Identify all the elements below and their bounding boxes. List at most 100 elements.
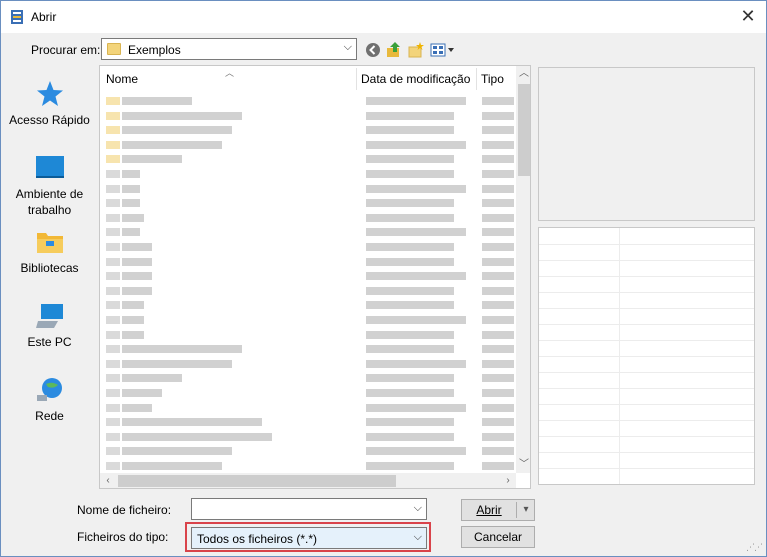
horizontal-scrollbar[interactable]: ‹ › (100, 473, 516, 488)
file-row[interactable] (100, 444, 515, 458)
close-icon[interactable]: ✕ (738, 6, 758, 26)
file-row[interactable] (100, 371, 515, 385)
look-in-value: Exemplos (128, 43, 181, 57)
place-desktop[interactable]: Ambiente de trabalho (3, 153, 96, 218)
file-icon (106, 345, 120, 354)
place-network[interactable]: Rede (3, 375, 96, 424)
file-rows (100, 92, 515, 476)
file-icon (106, 389, 120, 397)
file-row[interactable] (100, 386, 515, 400)
column-header-name[interactable]: Nome (106, 72, 138, 86)
column-header-type[interactable]: Tipo (481, 72, 504, 86)
type-cell (482, 330, 514, 339)
file-name-input[interactable]: ⌵ (191, 498, 427, 520)
file-row[interactable] (100, 123, 515, 137)
file-row[interactable] (100, 138, 515, 152)
file-name-cell (122, 359, 232, 368)
file-row[interactable] (100, 211, 515, 225)
places-bar: Acesso Rápido Ambiente de trabalho Bibli… (3, 65, 96, 485)
date-cell (366, 97, 466, 105)
column-header-date[interactable]: Data de modificação (361, 72, 470, 86)
file-name-cell (122, 389, 162, 397)
file-row[interactable] (100, 240, 515, 254)
file-row[interactable] (100, 313, 515, 327)
file-icon (106, 170, 120, 178)
new-folder-icon[interactable] (407, 41, 425, 59)
scroll-down-icon[interactable]: ﹀ (516, 457, 530, 473)
scroll-thumb[interactable] (518, 84, 530, 176)
file-row[interactable] (100, 225, 515, 239)
type-cell (482, 301, 514, 310)
date-cell (366, 228, 466, 237)
file-row[interactable] (100, 182, 515, 196)
grid-line (539, 356, 754, 357)
date-cell (366, 272, 466, 281)
file-name-cell (122, 184, 140, 193)
date-cell (366, 213, 454, 222)
date-cell (366, 286, 454, 295)
file-row[interactable] (100, 342, 515, 356)
file-row[interactable] (100, 430, 515, 444)
up-folder-icon[interactable] (385, 41, 403, 59)
file-type-label: Ficheiros do tipo: (77, 530, 169, 544)
type-cell (482, 389, 514, 397)
place-this-pc[interactable]: Este PC (3, 301, 96, 350)
grid-line (539, 324, 754, 325)
file-name-cell (122, 97, 192, 105)
file-icon (106, 359, 120, 368)
file-name-cell (122, 286, 152, 295)
file-icon (106, 374, 120, 383)
scroll-right-icon[interactable]: › (500, 473, 516, 488)
place-quick-access[interactable]: Acesso Rápido (3, 79, 96, 128)
type-cell (482, 359, 514, 368)
file-row[interactable] (100, 255, 515, 269)
file-row[interactable] (100, 152, 515, 166)
date-cell (366, 184, 466, 193)
chevron-down-icon: ⌵ (413, 531, 422, 543)
file-row[interactable] (100, 459, 515, 473)
file-row[interactable] (100, 328, 515, 342)
file-icon (106, 316, 120, 324)
file-name-cell (122, 199, 140, 208)
file-icon (106, 330, 120, 339)
type-cell (482, 126, 514, 135)
open-file-dialog: Abrir ✕ Procurar em: Exemplos ⌵ Acesso R… (0, 0, 767, 557)
place-libraries[interactable]: Bibliotecas (3, 227, 96, 276)
file-icon (106, 272, 120, 281)
date-cell (366, 330, 454, 339)
file-icon (106, 462, 120, 470)
open-button[interactable]: Abrir ▾ (461, 499, 535, 521)
file-row[interactable] (100, 167, 515, 181)
file-row[interactable] (100, 298, 515, 312)
file-name-cell (122, 462, 222, 470)
scroll-up-icon[interactable]: ︿ (516, 66, 530, 82)
type-cell (482, 286, 514, 295)
chevron-down-icon[interactable]: ▾ (518, 500, 534, 520)
scroll-thumb[interactable] (118, 475, 396, 487)
file-row[interactable] (100, 196, 515, 210)
chevron-down-icon[interactable]: ⌵ (414, 502, 422, 515)
look-in-combo[interactable]: Exemplos ⌵ (101, 38, 357, 60)
file-list[interactable]: ︿ Nome Data de modificação Tipo ︿ ﹀ ‹ › (99, 65, 531, 489)
file-row[interactable] (100, 415, 515, 429)
file-row[interactable] (100, 269, 515, 283)
file-row[interactable] (100, 109, 515, 123)
file-row[interactable] (100, 94, 515, 108)
type-cell (482, 345, 514, 354)
type-cell (482, 403, 514, 412)
column-divider[interactable] (356, 68, 357, 90)
view-menu-icon[interactable] (429, 41, 455, 59)
date-cell (366, 170, 454, 178)
file-name-label: Nome de ficheiro: (77, 503, 172, 517)
scroll-left-icon[interactable]: ‹ (100, 473, 116, 488)
file-row[interactable] (100, 284, 515, 298)
column-divider[interactable] (476, 68, 477, 90)
vertical-scrollbar[interactable]: ︿ ﹀ (516, 66, 530, 473)
cancel-button[interactable]: Cancelar (461, 526, 535, 548)
back-icon[interactable] (364, 41, 382, 59)
file-type-select[interactable]: Todos os ficheiros (*.*) ⌵ (191, 527, 427, 549)
resize-grip-icon[interactable]: ⋰⋰ (746, 542, 763, 553)
file-row[interactable] (100, 401, 515, 415)
file-row[interactable] (100, 357, 515, 371)
file-name-cell (122, 213, 144, 222)
